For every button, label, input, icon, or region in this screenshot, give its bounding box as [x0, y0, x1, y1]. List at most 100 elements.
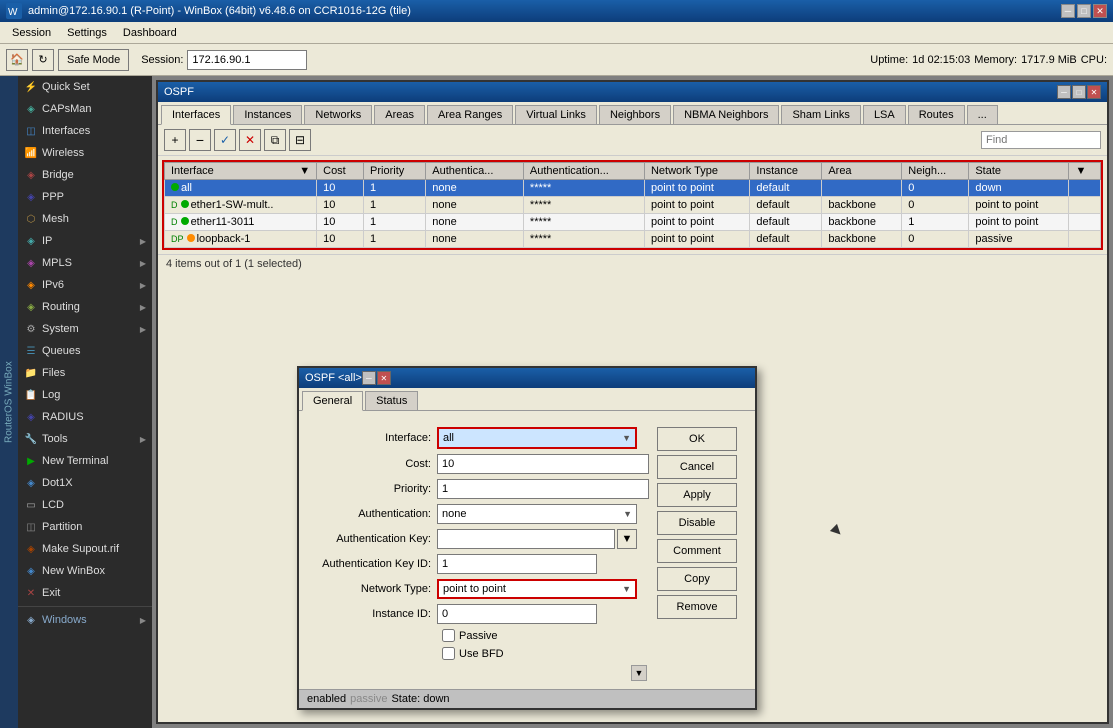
ok-button[interactable]: OK: [657, 427, 737, 451]
home-btn[interactable]: 🏠: [6, 49, 28, 71]
tab-area-ranges[interactable]: Area Ranges: [427, 105, 513, 124]
tab-routes[interactable]: Routes: [908, 105, 965, 124]
col-auth-key[interactable]: Authentication...: [523, 163, 644, 180]
sidebar-item-windows[interactable]: ◈ Windows: [18, 609, 152, 631]
sidebar-item-dot1x[interactable]: ◈ Dot1X: [18, 472, 152, 494]
sidebar-item-mpls[interactable]: ◈ MPLS: [18, 252, 152, 274]
sidebar-item-partition[interactable]: ◫ Partition: [18, 516, 152, 538]
sidebar-item-routing[interactable]: ◈ Routing: [18, 296, 152, 318]
col-priority[interactable]: Priority: [364, 163, 426, 180]
auth-key-input[interactable]: [437, 529, 615, 549]
sidebar-item-ip[interactable]: ◈ IP: [18, 230, 152, 252]
sidebar-item-system[interactable]: ⚙ System: [18, 318, 152, 340]
session-input[interactable]: [187, 50, 307, 70]
copy-btn[interactable]: ⧉: [264, 129, 286, 151]
modal-tab-general[interactable]: General: [302, 391, 363, 411]
cancel-button[interactable]: Cancel: [657, 455, 737, 479]
col-dropdown[interactable]: ▼: [1069, 163, 1101, 180]
title-maximize-btn[interactable]: □: [1077, 4, 1091, 18]
cost-input[interactable]: [437, 454, 649, 474]
menu-dashboard[interactable]: Dashboard: [115, 25, 185, 41]
tab-virtual-links[interactable]: Virtual Links: [515, 105, 597, 124]
exit-icon: ✕: [24, 586, 38, 600]
sidebar-item-queues[interactable]: ☰ Queues: [18, 340, 152, 362]
refresh-btn[interactable]: ↻: [32, 49, 54, 71]
filter-btn[interactable]: ⊟: [289, 129, 311, 151]
title-close-btn[interactable]: ✕: [1093, 4, 1107, 18]
tab-areas[interactable]: Areas: [374, 105, 425, 124]
col-state[interactable]: State: [969, 163, 1069, 180]
add-btn[interactable]: +: [164, 129, 186, 151]
auth-key-dropdown[interactable]: ▼: [617, 529, 637, 549]
col-area[interactable]: Area: [822, 163, 902, 180]
instance-id-input[interactable]: [437, 604, 597, 624]
sidebar-item-interfaces[interactable]: ◫ Interfaces: [18, 120, 152, 142]
ospf-maximize-btn[interactable]: □: [1072, 85, 1086, 99]
edit-btn[interactable]: ✓: [214, 129, 236, 151]
sidebar-item-tools[interactable]: 🔧 Tools: [18, 428, 152, 450]
authentication-select[interactable]: none ▼: [437, 504, 637, 524]
menu-settings[interactable]: Settings: [59, 25, 115, 41]
disable-button[interactable]: Disable: [657, 511, 737, 535]
sidebar-item-lcd[interactable]: ▭ LCD: [18, 494, 152, 516]
ospf-minimize-btn[interactable]: ─: [1057, 85, 1071, 99]
sidebar-item-mesh[interactable]: ⬡ Mesh: [18, 208, 152, 230]
sidebar-item-wireless[interactable]: 📶 Wireless: [18, 142, 152, 164]
tab-more[interactable]: ...: [967, 105, 998, 124]
use-bfd-checkbox[interactable]: [442, 647, 455, 660]
col-instance[interactable]: Instance: [750, 163, 822, 180]
comment-button[interactable]: Comment: [657, 539, 737, 563]
modal-minimize-btn[interactable]: ─: [362, 371, 376, 385]
table-row[interactable]: D ether11-3011 10 1 none ***** point to …: [165, 214, 1101, 231]
sidebar-item-exit[interactable]: ✕ Exit: [18, 582, 152, 604]
menu-session[interactable]: Session: [4, 25, 59, 41]
network-type-dropdown-arrow[interactable]: ▼: [622, 584, 631, 594]
tab-nbma-neighbors[interactable]: NBMA Neighbors: [673, 105, 779, 124]
priority-input[interactable]: [437, 479, 649, 499]
col-neigh[interactable]: Neigh...: [902, 163, 969, 180]
col-interface[interactable]: Interface ▼: [165, 163, 317, 180]
interface-select[interactable]: all ▼: [437, 427, 637, 449]
remove-button[interactable]: Remove: [657, 595, 737, 619]
sidebar-item-bridge[interactable]: ◈ Bridge: [18, 164, 152, 186]
sidebar-item-new-winbox[interactable]: ◈ New WinBox: [18, 560, 152, 582]
apply-button[interactable]: Apply: [657, 483, 737, 507]
col-cost[interactable]: Cost: [317, 163, 364, 180]
cross-btn[interactable]: ✕: [239, 129, 261, 151]
tab-neighbors[interactable]: Neighbors: [599, 105, 671, 124]
modal-tab-status[interactable]: Status: [365, 391, 418, 410]
tab-interfaces[interactable]: Interfaces: [161, 105, 231, 125]
sidebar-item-files[interactable]: 📁 Files: [18, 362, 152, 384]
ospf-close-btn[interactable]: ✕: [1087, 85, 1101, 99]
sidebar-item-ipv6[interactable]: ◈ IPv6: [18, 274, 152, 296]
col-auth[interactable]: Authentica...: [426, 163, 524, 180]
tab-lsa[interactable]: LSA: [863, 105, 906, 124]
table-row[interactable]: all 10 1 none ***** point to point defau…: [165, 180, 1101, 197]
table-row[interactable]: DP loopback-1 10 1 none ***** point to p…: [165, 231, 1101, 248]
auth-key-id-input[interactable]: [437, 554, 597, 574]
tab-instances[interactable]: Instances: [233, 105, 302, 124]
sidebar-item-quick-set[interactable]: ⚡ Quick Set: [18, 76, 152, 98]
network-type-select[interactable]: point to point ▼: [437, 579, 637, 599]
cell-cost: 10: [317, 231, 364, 248]
sidebar-item-radius[interactable]: ◈ RADIUS: [18, 406, 152, 428]
passive-checkbox[interactable]: [442, 629, 455, 642]
sidebar-item-log[interactable]: 📋 Log: [18, 384, 152, 406]
title-minimize-btn[interactable]: ─: [1061, 4, 1075, 18]
tab-networks[interactable]: Networks: [304, 105, 372, 124]
sidebar-item-capsman[interactable]: ◈ CAPsMan: [18, 98, 152, 120]
interface-dropdown-arrow[interactable]: ▼: [622, 433, 631, 443]
safe-mode-btn[interactable]: Safe Mode: [58, 49, 129, 71]
tab-sham-links[interactable]: Sham Links: [781, 105, 860, 124]
sidebar-item-make-supout[interactable]: ◈ Make Supout.rif: [18, 538, 152, 560]
find-input[interactable]: [981, 131, 1101, 149]
remove-btn[interactable]: −: [189, 129, 211, 151]
sidebar-item-ppp[interactable]: ◈ PPP: [18, 186, 152, 208]
modal-close-btn[interactable]: ✕: [377, 371, 391, 385]
table-row[interactable]: D ether1-SW-mult.. 10 1 none ***** point…: [165, 197, 1101, 214]
col-network-type[interactable]: Network Type: [644, 163, 749, 180]
scroll-down-btn[interactable]: ▼: [631, 665, 647, 681]
copy-button[interactable]: Copy: [657, 567, 737, 591]
auth-dropdown-arrow[interactable]: ▼: [623, 509, 632, 519]
sidebar-item-new-terminal[interactable]: ▶ New Terminal: [18, 450, 152, 472]
